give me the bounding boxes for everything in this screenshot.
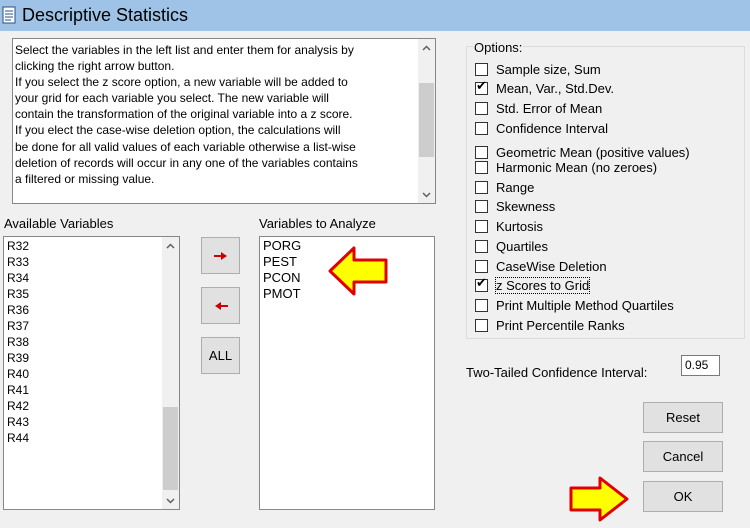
- option-label: Sample size, Sum: [496, 61, 601, 77]
- checkbox[interactable]: [475, 318, 488, 332]
- description-line: deletion of records will occur in any on…: [15, 155, 358, 170]
- option-label: Quartiles: [496, 238, 549, 254]
- available-scrollbar[interactable]: [162, 237, 179, 509]
- checkbox[interactable]: ✔: [475, 78, 488, 95]
- option-percentile-ranks[interactable]: Print Percentile Ranks: [475, 317, 625, 333]
- description-text: Select the variables in the left list an…: [15, 42, 415, 187]
- list-item[interactable]: R39: [7, 350, 29, 366]
- description-line: a filtered or missing value.: [15, 171, 155, 186]
- option-confidence-interval[interactable]: Confidence Interval: [475, 120, 608, 136]
- checkbox[interactable]: [475, 101, 488, 115]
- left-arrow-icon: [214, 301, 228, 310]
- available-scroll-thumb[interactable]: [163, 407, 178, 490]
- list-item[interactable]: R37: [7, 318, 29, 334]
- list-item[interactable]: R32: [7, 238, 29, 254]
- window-title: Descriptive Statistics: [22, 5, 189, 25]
- list-item[interactable]: PMOT: [263, 286, 301, 302]
- checkbox[interactable]: [475, 239, 488, 253]
- checkbox[interactable]: [475, 145, 488, 159]
- option-label: CaseWise Deletion: [496, 258, 607, 274]
- checkbox[interactable]: [475, 121, 488, 135]
- option-std-error-mean[interactable]: Std. Error of Mean: [475, 100, 602, 116]
- option-label: Mean, Var., Std.Dev.: [496, 80, 615, 96]
- cancel-button[interactable]: Cancel: [643, 441, 723, 472]
- list-item[interactable]: R35: [7, 286, 29, 302]
- scroll-down-icon[interactable]: [418, 186, 435, 203]
- option-kurtosis[interactable]: Kurtosis: [475, 218, 543, 234]
- title-bar: Descriptive Statistics: [0, 0, 750, 31]
- option-mean-var-stddev[interactable]: ✔ Mean, Var., Std.Dev.: [475, 78, 615, 96]
- description-line: be done for all valid values of each var…: [15, 139, 356, 154]
- checkbox[interactable]: [475, 219, 488, 233]
- option-label: Print Multiple Method Quartiles: [496, 297, 674, 313]
- option-quartiles[interactable]: Quartiles: [475, 238, 548, 254]
- checkmark-icon: ✔: [476, 78, 487, 94]
- confidence-interval-input[interactable]: 0.95: [681, 355, 720, 376]
- option-label: Confidence Interval: [496, 120, 609, 136]
- option-label: Harmonic Mean (no zeroes): [496, 159, 658, 175]
- list-item[interactable]: R38: [7, 334, 29, 350]
- checkbox[interactable]: ✔: [475, 275, 488, 292]
- confidence-interval-label: Two-Tailed Confidence Interval:: [466, 365, 648, 380]
- description-scrollbar[interactable]: [418, 39, 435, 203]
- description-line: If you elect the case-wise deletion opti…: [15, 123, 341, 138]
- scroll-up-icon[interactable]: [418, 39, 435, 56]
- description-line: contain the transformation of the origin…: [15, 107, 353, 122]
- move-left-button[interactable]: [201, 287, 240, 324]
- option-sample-size-sum[interactable]: Sample size, Sum: [475, 61, 601, 77]
- ok-button[interactable]: OK: [643, 481, 723, 512]
- checkbox[interactable]: [475, 199, 488, 213]
- move-right-button[interactable]: [201, 237, 240, 274]
- description-scroll-thumb[interactable]: [419, 83, 434, 157]
- scroll-up-icon[interactable]: [162, 237, 179, 254]
- option-label: z Scores to Grid: [494, 276, 591, 294]
- option-label: Skewness: [496, 198, 556, 214]
- description-line: clicking the right arrow button.: [15, 59, 175, 74]
- option-multiple-method-quartiles[interactable]: Print Multiple Method Quartiles: [475, 297, 674, 313]
- list-item[interactable]: PCON: [263, 270, 301, 286]
- right-arrow-icon: [213, 251, 227, 260]
- analyze-variables-label: Variables to Analyze: [259, 216, 376, 231]
- list-item[interactable]: PEST: [263, 254, 297, 270]
- checkbox[interactable]: [475, 160, 488, 174]
- option-label: Print Percentile Ranks: [496, 317, 625, 333]
- list-item[interactable]: R44: [7, 430, 29, 446]
- option-label: Kurtosis: [496, 218, 543, 234]
- option-range[interactable]: Range: [475, 179, 534, 195]
- option-geometric-mean[interactable]: Geometric Mean (positive values): [475, 144, 690, 160]
- app-document-icon: [2, 6, 16, 24]
- description-line: your grid for each variable you select. …: [15, 91, 329, 106]
- available-variables-list[interactable]: R32 R33 R34 R35 R36 R37 R38 R39 R40 R41 …: [3, 236, 180, 510]
- list-item[interactable]: R33: [7, 254, 29, 270]
- list-item[interactable]: PORG: [263, 238, 301, 254]
- list-item[interactable]: R40: [7, 366, 29, 382]
- option-label: Geometric Mean (positive values): [496, 144, 690, 160]
- move-all-button[interactable]: ALL: [201, 337, 240, 374]
- option-harmonic-mean[interactable]: Harmonic Mean (no zeroes): [475, 159, 657, 175]
- options-group-label: Options:: [473, 40, 524, 55]
- available-variables-label: Available Variables: [4, 216, 114, 231]
- list-item[interactable]: R41: [7, 382, 29, 398]
- checkbox[interactable]: [475, 180, 488, 194]
- checkmark-icon: ✔: [476, 275, 487, 291]
- callout-arrow-icon: [328, 246, 388, 296]
- option-skewness[interactable]: Skewness: [475, 198, 555, 214]
- callout-arrow-icon: [569, 476, 629, 522]
- description-memo[interactable]: Select the variables in the left list an…: [12, 38, 436, 204]
- scroll-down-icon[interactable]: [162, 492, 179, 509]
- option-z-scores-to-grid[interactable]: ✔ z Scores to Grid: [475, 275, 591, 294]
- list-item[interactable]: R42: [7, 398, 29, 414]
- checkbox[interactable]: [475, 259, 488, 273]
- checkbox[interactable]: [475, 298, 488, 312]
- list-item[interactable]: R34: [7, 270, 29, 286]
- list-item[interactable]: R43: [7, 414, 29, 430]
- checkbox[interactable]: [475, 62, 488, 76]
- list-item[interactable]: R36: [7, 302, 29, 318]
- description-line: If you select the z score option, a new …: [15, 75, 348, 90]
- option-casewise-deletion[interactable]: CaseWise Deletion: [475, 258, 607, 274]
- option-label: Std. Error of Mean: [496, 100, 603, 116]
- reset-button[interactable]: Reset: [643, 402, 723, 433]
- description-line: Select the variables in the left list an…: [15, 43, 354, 57]
- option-label: Range: [496, 179, 535, 195]
